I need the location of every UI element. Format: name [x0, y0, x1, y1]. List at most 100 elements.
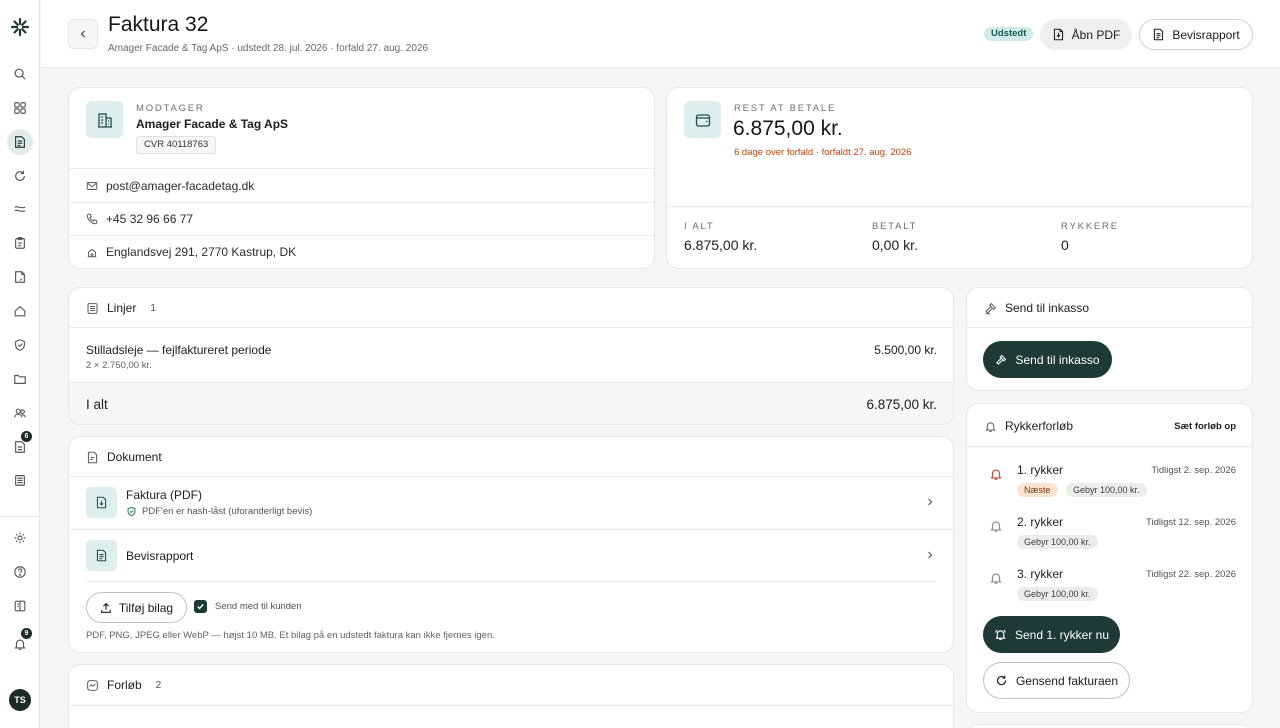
report-icon	[1152, 28, 1165, 41]
gear-icon	[13, 531, 27, 545]
stat-total-label: I ALT	[684, 221, 715, 232]
sidebar-item-subscriptions[interactable]	[7, 163, 33, 189]
back-button[interactable]	[68, 19, 98, 49]
phone-icon	[86, 213, 98, 225]
bell-icon	[13, 637, 27, 651]
location-icon	[86, 246, 98, 258]
sidebar-item-invoices[interactable]	[7, 129, 33, 155]
sidebar-item-search[interactable]	[7, 61, 33, 87]
document-title: Dokument	[107, 450, 162, 464]
attachment-hint: PDF, PNG, JPEG eller WebP — højst 10 MB.…	[86, 630, 495, 641]
reminder-title: 1. rykker	[1017, 463, 1064, 477]
divider	[69, 529, 953, 530]
open-pdf-button[interactable]: Åbn PDF	[1040, 19, 1132, 50]
sidebar-item-notifications[interactable]: 9	[7, 628, 33, 657]
sidebar-item-documents[interactable]	[7, 264, 33, 290]
contact-email[interactable]: post@amager-facadetag.dk	[86, 179, 254, 193]
file-pdf-icon	[1052, 28, 1065, 41]
send-inkasso-label: Send til inkasso	[1015, 352, 1100, 367]
gavel-icon	[984, 302, 997, 315]
refresh-icon	[995, 674, 1008, 687]
gavel-icon	[995, 354, 1007, 366]
line-item-amount: 5.500,00 kr.	[874, 343, 937, 357]
sidebar-item-settings[interactable]	[7, 525, 33, 551]
reminder-title: 3. rykker	[1017, 567, 1064, 581]
sidebar-item-customers[interactable]	[7, 400, 33, 426]
timeline-title: Forløb	[107, 678, 142, 692]
pdf-hash-note: PDF'en er hash-låst (uforanderligt bevis…	[126, 506, 312, 517]
page-title: Faktura 32	[108, 13, 209, 36]
stat-reminders-value: 0	[1061, 237, 1069, 253]
total-amount: 6.875,00 kr.	[866, 397, 937, 412]
mail-icon	[86, 180, 98, 192]
send-with-checkbox[interactable]	[194, 600, 207, 613]
page-header: Faktura 32 Amager Facade & Tag ApS · uds…	[41, 0, 1280, 68]
total-label: I alt	[86, 397, 108, 412]
stat-total: I ALT 6.875,00 kr.	[684, 221, 757, 253]
chevron-right-icon	[925, 550, 935, 560]
fee-badge: Gebyr 100,00 kr.	[1017, 587, 1098, 601]
timeline-header[interactable]: Forløb 2	[86, 678, 161, 692]
sidebar-item-tasks[interactable]	[7, 230, 33, 256]
inbox-icon	[13, 440, 27, 454]
send-inkasso-button[interactable]: Send til inkasso	[983, 341, 1112, 378]
sidebar-item-overview[interactable]	[7, 95, 33, 121]
shield-check-icon	[126, 506, 137, 517]
building-icon	[86, 101, 123, 138]
logo-icon[interactable]	[10, 17, 30, 37]
refresh-icon	[13, 169, 27, 183]
sidebar-item-inbox[interactable]: 6	[7, 431, 33, 460]
resend-invoice-button[interactable]: Gensend fakturaen	[983, 662, 1130, 699]
sidebar-item-archive[interactable]	[7, 467, 33, 493]
recipient-label: MODTAGER	[136, 103, 205, 114]
fee-badge: Gebyr 100,00 kr.	[1017, 535, 1098, 549]
stat-paid-label: BETALT	[872, 221, 918, 232]
sidebar-item-files[interactable]	[7, 366, 33, 392]
open-pdf-label: Åbn PDF	[1071, 27, 1121, 42]
reminder-date: Tidligst 2. sep. 2026	[1151, 465, 1236, 476]
balance-label: REST AT BETALE	[734, 103, 837, 114]
pdf-title: Faktura (PDF)	[126, 488, 203, 502]
chevron-left-icon	[78, 29, 88, 39]
search-icon	[13, 67, 27, 81]
report-button[interactable]: Bevisrapport	[1139, 19, 1253, 50]
document-icon	[86, 451, 99, 464]
help-icon	[13, 565, 27, 579]
activity-icon	[86, 679, 99, 692]
contact-address: Englandsvej 291, 2770 Kastrup, DK	[86, 245, 296, 259]
sidebar-item-help[interactable]	[7, 559, 33, 585]
add-attachment-button[interactable]: Tilføj bilag	[86, 592, 187, 623]
phone-text: +45 32 96 66 77	[106, 212, 194, 226]
shield-icon	[13, 338, 27, 352]
stat-paid: BETALT 0,00 kr.	[872, 221, 918, 253]
timeline-card: Forløb 2	[68, 664, 954, 728]
sidebar-item-guide[interactable]	[7, 593, 33, 619]
timeline-count: 2	[155, 679, 162, 691]
overdue-warning: 6 dage over forfald · forfaldt 27. aug. …	[734, 147, 912, 158]
document-header: Dokument	[86, 450, 162, 464]
divider	[69, 202, 654, 203]
reminders-title: Rykkerforløb	[1005, 419, 1074, 433]
sidebar-item-security[interactable]	[7, 332, 33, 358]
recipient-name: Amager Facade & Tag ApS	[136, 117, 289, 131]
lines-header: Linjer 1	[86, 301, 156, 315]
address-text: Englandsvej 291, 2770 Kastrup, DK	[106, 245, 297, 259]
bell-icon	[987, 569, 1005, 587]
report-icon	[86, 540, 117, 571]
check-icon	[196, 602, 205, 611]
divider	[69, 705, 953, 706]
list-icon	[86, 302, 99, 315]
add-attachment-label: Tilføj bilag	[118, 600, 174, 615]
send-reminder-button[interactable]: Send 1. rykker nu	[983, 616, 1120, 653]
contact-phone[interactable]: +45 32 96 66 77	[86, 212, 193, 226]
divider	[69, 327, 953, 328]
send-with-label: Send med til kunden	[215, 601, 302, 612]
setup-link[interactable]: Sæt forløb op	[1174, 421, 1236, 432]
sidebar-item-properties[interactable]	[7, 298, 33, 324]
line-item-quantity: 2 × 2.750,00 kr.	[86, 360, 152, 371]
stat-total-value: 6.875,00 kr.	[684, 237, 758, 253]
avatar[interactable]: TS	[9, 689, 31, 711]
reminder-date: Tidligst 22. sep. 2026	[1146, 569, 1236, 580]
divider	[967, 327, 1252, 328]
sidebar-item-payments[interactable]	[7, 196, 33, 222]
